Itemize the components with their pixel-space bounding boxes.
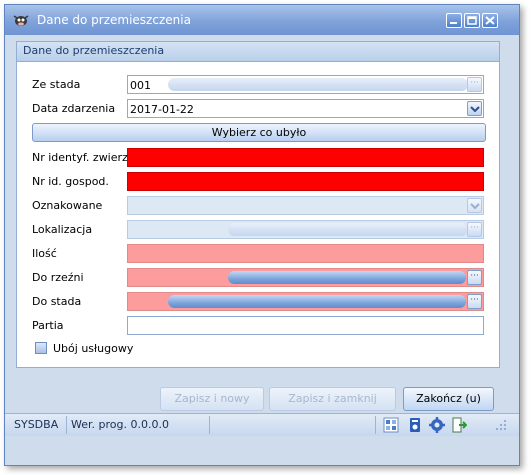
date-dropdown-button[interactable] bbox=[467, 101, 482, 116]
gear-icon[interactable] bbox=[429, 417, 445, 433]
oznakowane-dropdown-button[interactable] bbox=[467, 198, 482, 213]
exit-door-icon[interactable] bbox=[451, 417, 467, 433]
uboj-uslugowy-checkbox[interactable] bbox=[35, 342, 47, 354]
label-nr-identyf: Nr identyf. zwierz. bbox=[32, 151, 132, 164]
zapisz-i-zamknij-button[interactable]: Zapisz i zamknij bbox=[269, 387, 396, 411]
label-oznakowane: Oznakowane bbox=[32, 199, 103, 212]
status-version: Wer. prog. 0.0.0.0 bbox=[71, 418, 169, 431]
status-separator bbox=[66, 416, 67, 434]
do-stada-ellipsis-button[interactable]: ··· bbox=[467, 294, 482, 309]
uboj-uslugowy-label[interactable]: Ubój usługowy bbox=[53, 342, 133, 355]
label-partia: Partia bbox=[32, 319, 64, 332]
label-do-stada: Do stada bbox=[32, 295, 82, 308]
zapisz-i-nowy-button[interactable]: Zapisz i nowy bbox=[160, 387, 264, 411]
status-user: SYSDBA bbox=[14, 418, 59, 431]
label-do-rzezni: Do rzeźni bbox=[32, 271, 84, 284]
wybierz-co-ubylo-button[interactable]: Wybierz co ubyło bbox=[32, 123, 486, 142]
row-ze-stada: Ze stada 001 ··· bbox=[17, 75, 499, 95]
partia-input[interactable] bbox=[127, 316, 484, 335]
form-panel: Dane do przemieszczenia Ze stada 001 ···… bbox=[16, 41, 500, 368]
panel-header: Dane do przemieszczenia bbox=[17, 42, 499, 62]
data-zdarzenia-value: 2017-01-22 bbox=[130, 103, 194, 116]
chevron-down-icon bbox=[470, 203, 480, 209]
do-rzezni-lookup-bar bbox=[228, 271, 466, 284]
ze-stada-value: 001 bbox=[130, 79, 151, 92]
window-title: Dane do przemieszczenia bbox=[37, 13, 191, 27]
title-bar[interactable]: Dane do przemieszczenia bbox=[5, 5, 519, 35]
nr-id-gospod-input[interactable] bbox=[127, 172, 484, 191]
data-zdarzenia-field[interactable]: 2017-01-22 bbox=[127, 99, 484, 118]
status-bar: SYSDBA Wer. prog. 0.0.0.0 bbox=[5, 413, 519, 436]
ze-stada-lookup-bar bbox=[168, 78, 468, 91]
do-rzezni-ellipsis-button[interactable]: ··· bbox=[467, 270, 482, 285]
row-oznakowane: Oznakowane bbox=[17, 196, 499, 216]
close-button[interactable] bbox=[482, 13, 498, 28]
row-do-rzezni: Do rzeźni ··· bbox=[17, 268, 499, 288]
minimize-icon bbox=[450, 22, 457, 24]
row-uboj: Ubój usługowy bbox=[17, 339, 499, 359]
oznakowane-select[interactable] bbox=[127, 196, 484, 215]
row-nr-id-gospod: Nr id. gospod. bbox=[17, 172, 499, 192]
label-ilosc: Ilość bbox=[32, 247, 57, 260]
label-lokalizacja: Lokalizacja bbox=[32, 223, 93, 236]
lokalizacja-field[interactable]: ··· bbox=[127, 220, 484, 239]
status-separator bbox=[209, 416, 210, 434]
row-lokalizacja: Lokalizacja ··· bbox=[17, 220, 499, 240]
minimize-button[interactable] bbox=[446, 13, 462, 28]
row-partia: Partia bbox=[17, 316, 499, 336]
row-data-zdarzenia: Data zdarzenia 2017-01-22 bbox=[17, 99, 499, 119]
ze-stada-ellipsis-button[interactable]: ··· bbox=[467, 77, 482, 92]
dialog-window: Dane do przemieszczenia Dane do przemies… bbox=[4, 4, 520, 466]
zakoncz-button[interactable]: Zakończ (u) bbox=[403, 387, 494, 411]
lokalizacja-lookup-bar bbox=[228, 223, 468, 236]
maximize-icon bbox=[467, 16, 477, 25]
maximize-button[interactable] bbox=[464, 13, 480, 28]
calculator-icon[interactable] bbox=[383, 417, 399, 433]
ze-stada-field[interactable]: 001 ··· bbox=[127, 75, 484, 94]
label-nr-id-gospod: Nr id. gospod. bbox=[32, 175, 109, 188]
row-wybierz: Wybierz co ubyło bbox=[17, 123, 499, 143]
label-data-zdarzenia: Data zdarzenia bbox=[32, 102, 116, 115]
resize-grip-icon[interactable] bbox=[495, 419, 507, 431]
do-rzezni-field[interactable]: ··· bbox=[127, 268, 484, 287]
do-stada-lookup-bar bbox=[168, 295, 466, 308]
row-do-stada: Do stada ··· bbox=[17, 292, 499, 312]
help-book-icon[interactable] bbox=[407, 417, 423, 433]
do-stada-field[interactable]: ··· bbox=[127, 292, 484, 311]
label-ze-stada: Ze stada bbox=[32, 78, 81, 91]
lokalizacja-ellipsis-button[interactable]: ··· bbox=[467, 222, 482, 237]
panel-title: Dane do przemieszczenia bbox=[23, 44, 165, 57]
row-nr-identyf: Nr identyf. zwierz. bbox=[17, 148, 499, 168]
ilosc-input[interactable] bbox=[127, 244, 484, 263]
chevron-down-icon bbox=[470, 106, 480, 112]
nr-identyf-input[interactable] bbox=[127, 148, 484, 167]
close-icon bbox=[485, 16, 495, 25]
row-ilosc: Ilość bbox=[17, 244, 499, 264]
status-separator bbox=[375, 416, 376, 434]
cow-app-icon bbox=[13, 15, 29, 26]
